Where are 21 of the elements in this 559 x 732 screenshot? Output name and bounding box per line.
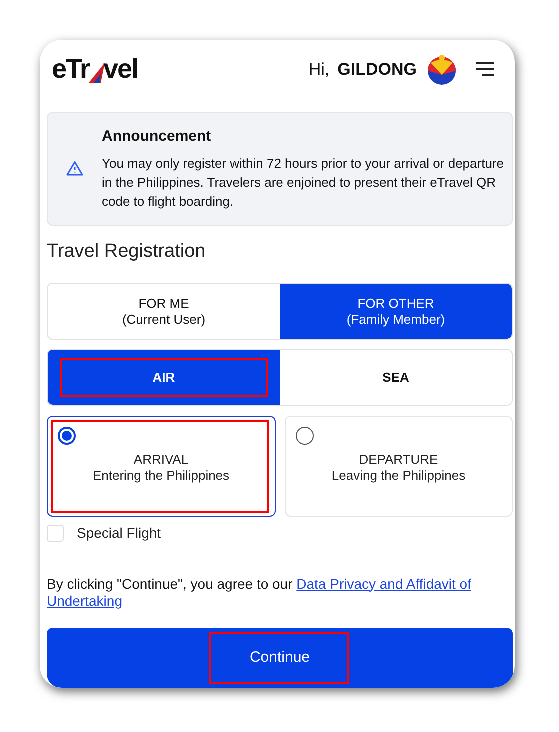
direction-option[interactable]: ARRIVAL Entering the Philippines <box>47 416 276 517</box>
radio-button[interactable] <box>58 427 76 446</box>
direction-option[interactable]: DEPARTURE Leaving the Philippines <box>284 416 513 517</box>
app-logo: eTr vel <box>52 56 138 83</box>
transport-tab[interactable]: AIR <box>48 350 280 406</box>
warning-icon <box>66 160 84 178</box>
section-title: Travel Registration <box>47 240 207 264</box>
radio-button[interactable] <box>296 427 314 446</box>
privacy-link[interactable]: Data Privacy and Affidavit of <box>296 576 472 592</box>
announcement-text: You may only register within 72 hours prior to your arrival or departure in the Philippines. Travelers are enjoined to present their eTravel QR code to flight boarding. <box>102 155 504 212</box>
registrant-tab[interactable]: FOR OTHER (Family Member) <box>280 284 512 340</box>
menu-icon[interactable] <box>475 61 495 78</box>
consent-text: By clicking "Continue", you agree to our Data Privacy and Affidavit of Undertaking <box>47 576 472 610</box>
greeting: Hi, <box>308 58 330 81</box>
continue-button[interactable]: Continue <box>47 628 513 688</box>
user-name: GILDONG <box>338 58 417 81</box>
privacy-link[interactable]: Undertaking <box>47 592 122 609</box>
announcement-title: Announcement <box>102 126 212 147</box>
flag-avatar-icon <box>425 52 459 86</box>
checkbox[interactable] <box>47 525 64 542</box>
checkbox-label: Special Flight <box>77 524 162 544</box>
